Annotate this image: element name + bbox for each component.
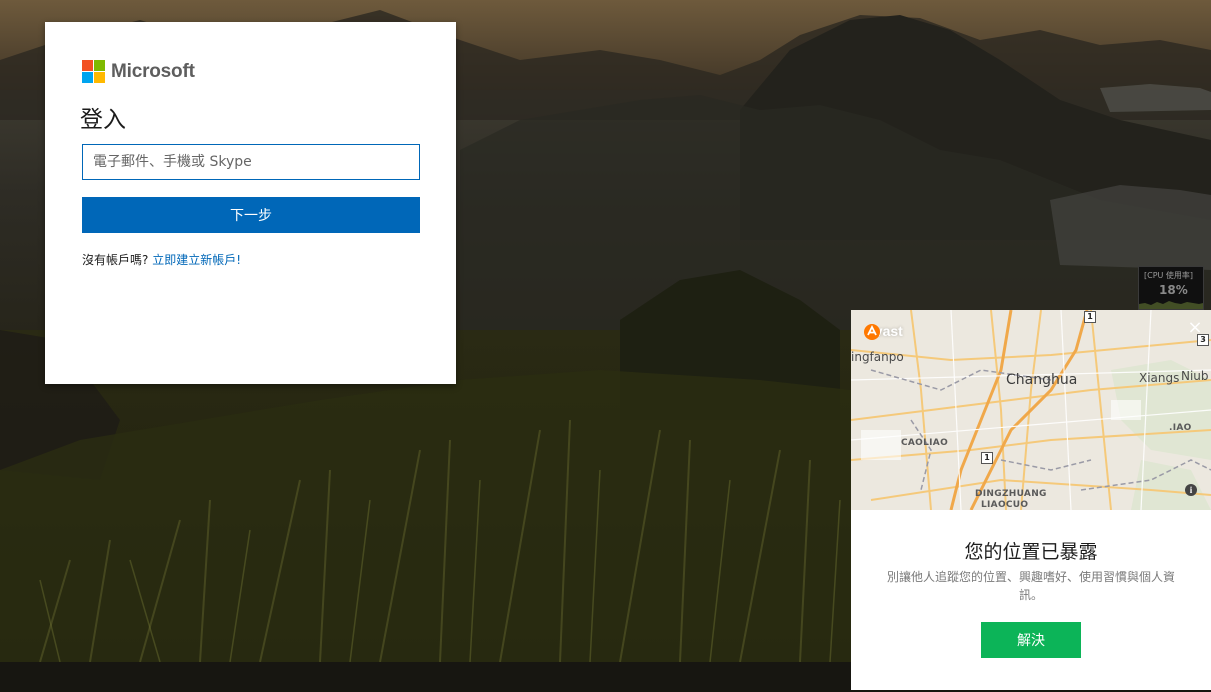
map-place-label: Xiangs xyxy=(1139,371,1180,385)
microsoft-signin-card: Microsoft 登入 下一步 沒有帳戶嗎? 立即建立新帳戶! xyxy=(45,22,456,384)
map-place-label: .IAO xyxy=(1169,423,1192,433)
signin-title: 登入 xyxy=(80,107,126,133)
logo-square xyxy=(94,60,105,71)
no-account-text: 沒有帳戶嗎? xyxy=(82,253,149,267)
avast-logo: avast xyxy=(863,323,903,340)
map-place-label: ingfanpo xyxy=(851,350,904,364)
logo-square xyxy=(94,72,105,83)
cpu-usage-widget: [CPU 使用率] 18% xyxy=(1138,266,1204,310)
email-phone-skype-input[interactable] xyxy=(82,144,420,180)
avast-location-popup: 1 3 1 ingfanpo Changhua Xiangs Niub CAOL… xyxy=(851,310,1211,690)
map-place-label: CAOLIAO xyxy=(901,438,949,448)
close-icon[interactable]: × xyxy=(1187,319,1203,337)
microsoft-logo: Microsoft xyxy=(82,60,195,83)
info-icon[interactable]: i xyxy=(1185,484,1197,496)
map-roads xyxy=(851,310,1211,510)
location-map: 1 3 1 ingfanpo Changhua Xiangs Niub CAOL… xyxy=(851,310,1211,510)
road-shield: 1 xyxy=(1084,311,1096,323)
logo-square xyxy=(82,72,93,83)
cpu-usage-graph xyxy=(1139,301,1203,309)
no-account-prompt: 沒有帳戶嗎? 立即建立新帳戶! xyxy=(82,251,241,268)
microsoft-logo-text: Microsoft xyxy=(111,60,195,82)
map-place-label: Changhua xyxy=(1006,372,1078,388)
logo-square xyxy=(82,60,93,71)
next-button[interactable]: 下一步 xyxy=(82,197,420,233)
create-account-link[interactable]: 立即建立新帳戶! xyxy=(152,253,241,267)
avast-logo-icon xyxy=(864,324,880,340)
microsoft-logo-icon xyxy=(82,60,105,83)
popup-description: 別讓他人追蹤您的位置、興趣嗜好、使用習慣與個人資訊。 xyxy=(886,570,1175,602)
map-place-label: Niub xyxy=(1181,369,1209,383)
popup-title: 您的位置已暴露 xyxy=(964,541,1098,563)
cpu-usage-label: [CPU 使用率] xyxy=(1144,271,1194,280)
map-place-label: DINGZHUANG xyxy=(975,489,1047,499)
road-shield: 1 xyxy=(981,452,993,464)
map-place-label: LIAOCUO xyxy=(981,500,1029,510)
resolve-button[interactable]: 解決 xyxy=(981,622,1081,658)
